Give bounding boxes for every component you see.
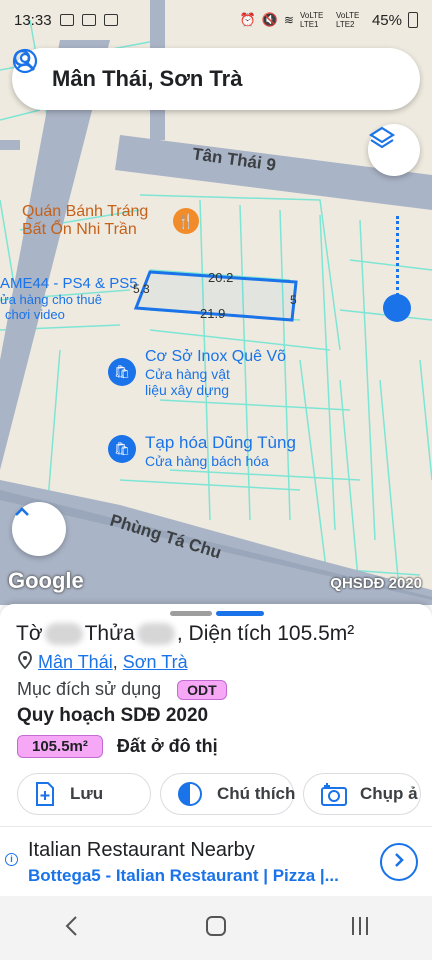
add-bookmark-icon	[34, 781, 56, 807]
sheet-handle[interactable]	[170, 611, 212, 616]
restaurant-pin-icon[interactable]: 🍴	[173, 208, 199, 234]
wifi-icon: ≋	[283, 13, 294, 27]
planning-watermark: QHSDĐ 2020	[330, 575, 422, 592]
poi-game-line2: ửa hàng cho thuê	[0, 292, 102, 307]
check-icon	[81, 14, 96, 26]
poi-game[interactable]: AME44 - PS4 & PS5 ửa hàng cho thuê chơi …	[0, 275, 138, 322]
action-buttons: Lưu Chú thích Chụp ả	[17, 773, 421, 815]
capture-button[interactable]: Chụp ả	[303, 773, 421, 815]
sheet-page-indicator	[216, 611, 264, 616]
alarm-icon: ⏰	[239, 12, 256, 27]
poi-game-line3: chơi video	[5, 307, 65, 322]
purpose-label: Mục đích sử dụng	[17, 679, 162, 699]
system-nav-bar	[0, 896, 432, 960]
battery-percent: 45%	[371, 11, 402, 29]
battery-icon	[408, 12, 418, 28]
capture-label: Chụp ả	[360, 784, 418, 803]
poi-game-line1: AME44 - PS4 & PS5	[0, 275, 138, 292]
poi-grocery-name: Tạp hóa Dũng Tùng	[145, 433, 296, 452]
mute-icon: 🔇	[261, 12, 278, 27]
purpose-badge: ODT	[177, 679, 227, 700]
redacted-sheet-number	[44, 623, 83, 646]
opacity-slider-track[interactable]	[396, 216, 402, 296]
poi-grocery-cat: Cửa hàng bách hóa	[145, 453, 269, 469]
opacity-slider-thumb[interactable]	[383, 294, 411, 322]
home-icon	[205, 915, 227, 942]
recents-button[interactable]	[340, 908, 380, 948]
dim-label-bottom: 21.9	[200, 306, 226, 321]
ad-open-button[interactable]	[380, 843, 418, 881]
notification-icon	[59, 14, 74, 26]
poi-inox[interactable]: Cơ Sở Inox Quê Võ Cửa hàng vật liệu xây …	[145, 348, 286, 398]
ad-subtitle[interactable]: Bottega5 - Italian Restaurant | Pizza |.…	[28, 866, 339, 886]
title-prefix: Tờ	[16, 622, 43, 645]
district-link[interactable]: Sơn Trà	[123, 652, 188, 672]
title-mid: Thửa	[84, 622, 135, 645]
poi-restaurant-line2: Bất Ổn Nhi Trần	[22, 221, 137, 238]
poi-grocery[interactable]: Tạp hóa Dũng Tùng Cửa hàng bách hóa	[145, 433, 296, 469]
save-label: Lưu	[70, 784, 104, 803]
shop-pin-icon[interactable]: 🛍	[108, 358, 136, 386]
search-bar[interactable]: Mân Thái, Sơn Trà	[12, 48, 420, 110]
poi-restaurant-line1: Quán Bánh Tráng	[22, 203, 149, 220]
status-bar: 13:33 ⏰ 🔇 ≋ VoLTE LTE1 VoLTE LTE2 45%	[0, 0, 432, 40]
recents-icon	[349, 915, 371, 942]
signal1-label: VoLTE LTE1	[299, 11, 324, 29]
ad-info-icon[interactable]: i	[5, 853, 18, 866]
status-time: 13:33	[14, 11, 52, 29]
chevron-right-icon	[391, 852, 407, 873]
legend-button[interactable]: Chú thích	[160, 773, 296, 815]
camera-icon	[320, 781, 348, 807]
parcel-title: Tờ Thửa , Diện tích 105.5m²	[16, 622, 354, 646]
area-row: 105.5m² Đất ở đô thị	[17, 735, 218, 758]
location-pin-icon	[18, 651, 32, 674]
dim-label-left: 5.3	[133, 282, 150, 296]
ward-link[interactable]: Mân Thái	[38, 652, 113, 672]
planning-title: Quy hoạch SDĐ 2020	[17, 705, 209, 726]
home-button[interactable]	[196, 908, 236, 948]
contrast-icon	[177, 781, 203, 807]
signal2-label: VoLTE LTE2	[335, 11, 360, 29]
map-view[interactable]: 13:33 ⏰ 🔇 ≋ VoLTE LTE1 VoLTE LTE2 45% Mâ…	[0, 0, 432, 605]
redacted-parcel-number	[136, 623, 175, 646]
poi-inox-name: Cơ Sở Inox Quê Võ	[145, 348, 287, 365]
back-icon	[64, 915, 80, 942]
layers-button[interactable]	[368, 124, 420, 176]
legend-label: Chú thích	[217, 784, 296, 803]
area-badge: 105.5m²	[17, 735, 103, 758]
back-button[interactable]	[52, 908, 92, 948]
location-row: Mân Thái, Sơn Trà	[18, 651, 188, 674]
purpose-row: Mục đích sử dụng ODT	[17, 679, 227, 700]
search-title[interactable]: Mân Thái, Sơn Trà	[52, 66, 402, 92]
poi-inox-cat2: liệu xây dựng	[145, 382, 230, 398]
save-button[interactable]: Lưu	[17, 773, 151, 815]
grocery-pin-icon[interactable]: 🛍	[108, 435, 136, 463]
ad-banner[interactable]: i Italian Restaurant Nearby Bottega5 - I…	[0, 826, 432, 897]
location-separator: ,	[112, 652, 118, 672]
land-type: Đất ở đô thị	[116, 736, 218, 756]
poi-inox-cat1: Cửa hàng vật	[145, 366, 230, 382]
google-logo: Google	[8, 568, 84, 593]
dim-label-top: 20.2	[208, 270, 234, 285]
ad-title[interactable]: Italian Restaurant Nearby	[28, 839, 255, 862]
image-icon	[103, 14, 118, 26]
expand-up-button[interactable]	[12, 502, 66, 556]
title-suffix: , Diện tích 105.5m²	[176, 622, 355, 645]
poi-restaurant[interactable]: Quán Bánh Tráng Bất Ổn Nhi Trần	[22, 203, 148, 239]
dim-label-right: 5	[290, 293, 297, 307]
